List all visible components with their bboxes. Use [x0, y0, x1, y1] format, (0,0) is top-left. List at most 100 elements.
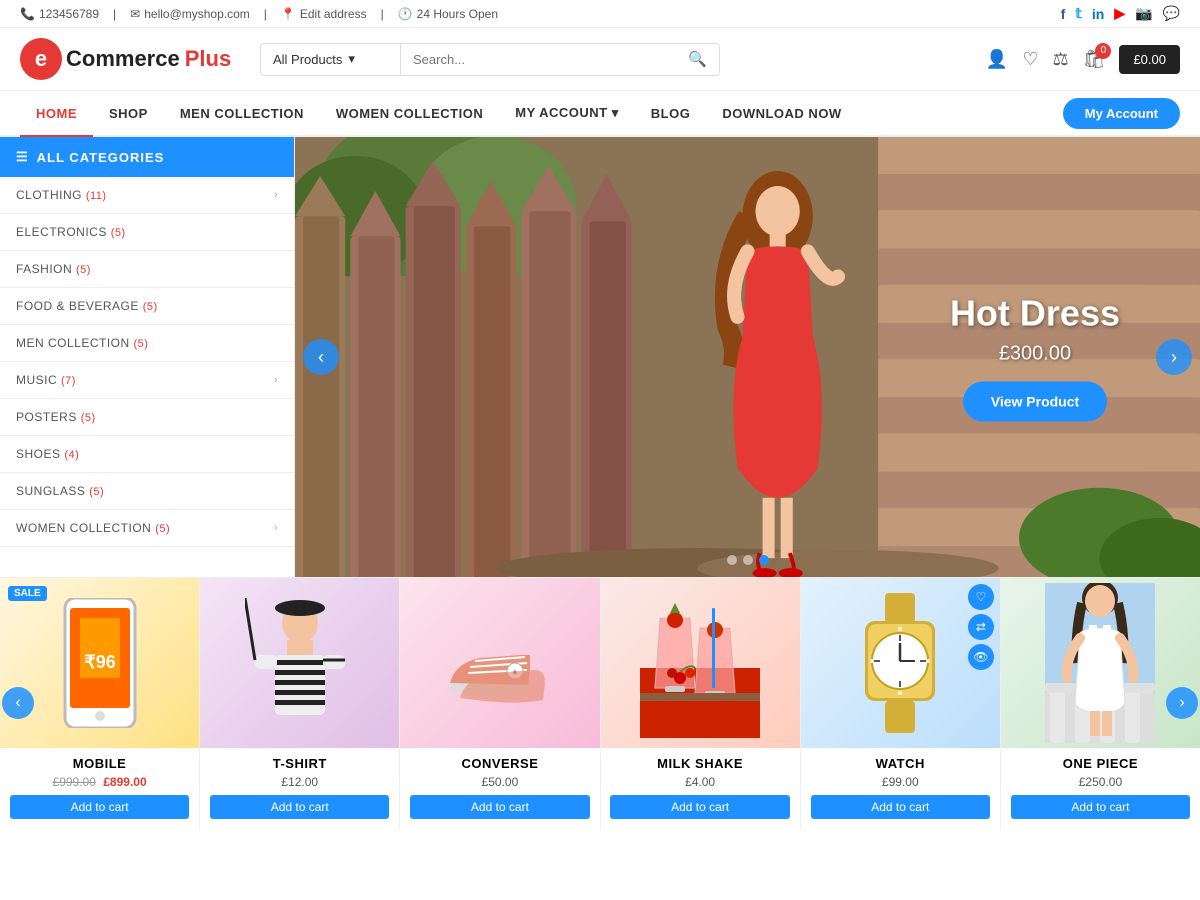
- sale-badge-mobile: SALE: [8, 586, 47, 601]
- products-section: ‹ SALE ₹96 MOBILE £999.00 £899.00 Add to…: [0, 577, 1200, 829]
- onepiece-add-to-cart-button[interactable]: Add to cart: [1011, 795, 1190, 819]
- compare-icon[interactable]: ⚖: [1052, 49, 1068, 70]
- svg-text:₹96: ₹96: [84, 652, 115, 672]
- hours-info: 🕐 24 Hours Open: [398, 7, 498, 21]
- slider-dot-1[interactable]: [727, 555, 737, 565]
- product-watch: ♡ ⇄ 👁: [801, 578, 1001, 829]
- phone-info: 📞 123456789: [20, 7, 99, 21]
- watch-action-icons: ♡ ⇄ 👁: [968, 584, 994, 670]
- chevron-down-icon: ▾: [348, 51, 355, 67]
- sidebar-item-electronics[interactable]: ELECTRONICS (5): [0, 214, 294, 251]
- slider-price: £300.00: [950, 343, 1120, 366]
- logo[interactable]: e Commerce Plus: [20, 38, 240, 80]
- product-watch-price: £99.00: [801, 775, 1000, 789]
- products-prev-button[interactable]: ‹: [2, 687, 34, 719]
- tshirt-add-to-cart-button[interactable]: Add to cart: [210, 795, 389, 819]
- sidebar-item-music[interactable]: MUSIC (7) ›: [0, 362, 294, 399]
- top-bar-contact: 📞 123456789 | ✉ hello@myshop.com | 📍 Edi…: [20, 7, 498, 21]
- nav-home[interactable]: HOME: [20, 92, 93, 137]
- mobile-add-to-cart-button[interactable]: Add to cart: [10, 795, 189, 819]
- sidebar-item-clothing[interactable]: CLOTHING (11) ›: [0, 177, 294, 214]
- product-tshirt: T-SHIRT £12.00 Add to cart: [200, 578, 400, 829]
- nav-my-account[interactable]: MY ACCOUNT ▾: [499, 91, 635, 135]
- drink-svg: [640, 588, 760, 738]
- product-milkshake-image: [601, 578, 800, 748]
- slider-next-button[interactable]: ›: [1156, 339, 1192, 375]
- main-nav: HOME SHOP MEN COLLECTION WOMEN COLLECTIO…: [0, 91, 1200, 137]
- cart-badge: 0: [1095, 43, 1111, 59]
- heart-icon: ♡: [1022, 49, 1038, 69]
- clock-icon: 🕐: [398, 7, 413, 21]
- product-tshirt-price: £12.00: [200, 775, 399, 789]
- facebook-link[interactable]: f: [1061, 6, 1066, 22]
- hero-slider: Hot Dress £300.00 View Product ‹ ›: [295, 137, 1200, 577]
- linkedin-link[interactable]: in: [1092, 6, 1104, 22]
- slider-dot-2[interactable]: [743, 555, 753, 565]
- shoes-svg: ★: [440, 613, 560, 713]
- email-info: ✉ hello@myshop.com: [130, 7, 250, 21]
- logo-circle: e: [20, 38, 62, 80]
- sidebar-item-fashion[interactable]: FASHION (5): [0, 251, 294, 288]
- watch-wishlist-icon[interactable]: ♡: [968, 584, 994, 610]
- nav-men-collection[interactable]: MEN COLLECTION: [164, 92, 320, 135]
- product-mobile-name: MOBILE: [0, 748, 199, 775]
- product-converse-name: CONVERSE: [400, 748, 599, 775]
- sidebar-item-shoes[interactable]: SHOES (4): [0, 436, 294, 473]
- twitter-link[interactable]: 𝕥: [1075, 5, 1082, 22]
- address-info: 📍 Edit address: [281, 7, 367, 21]
- nav-blog[interactable]: BLOG: [635, 92, 707, 135]
- menu-icon: ☰: [16, 149, 29, 165]
- cart-icon[interactable]: 🛍 0: [1083, 49, 1106, 70]
- header: e Commerce Plus All Products ▾ 🔍 👤 ♡ ⚖ 🛍…: [0, 28, 1200, 91]
- location-icon: 📍: [281, 7, 296, 21]
- nav-download-now[interactable]: DOWNLOAD NOW: [706, 92, 857, 135]
- slider-title: Hot Dress: [950, 293, 1120, 335]
- nav-shop[interactable]: SHOP: [93, 92, 164, 135]
- product-converse: ★ CONVERSE £50.00 Add to cart: [400, 578, 600, 829]
- slider-content: Hot Dress £300.00 View Product ‹ ›: [295, 137, 1200, 577]
- slider-prev-button[interactable]: ‹: [303, 339, 339, 375]
- wishlist-icon[interactable]: ♡: [1022, 49, 1038, 70]
- logo-plus: Plus: [185, 46, 231, 72]
- search-bar: All Products ▾ 🔍: [260, 43, 720, 76]
- sidebar-item-food-beverage[interactable]: FOOD & BEVERAGE (5): [0, 288, 294, 325]
- product-milkshake: MILK SHAKE £4.00 Add to cart: [601, 578, 801, 829]
- search-input[interactable]: [401, 44, 676, 75]
- search-button[interactable]: 🔍: [676, 44, 719, 75]
- nav-women-collection[interactable]: WOMEN COLLECTION: [320, 92, 499, 135]
- instagram-link[interactable]: 📷: [1135, 5, 1152, 22]
- product-converse-image: ★: [400, 578, 599, 748]
- whatsapp-link[interactable]: 💬: [1163, 5, 1180, 22]
- converse-add-to-cart-button[interactable]: Add to cart: [410, 795, 589, 819]
- products-row: SALE ₹96 MOBILE £999.00 £899.00 Add to c…: [0, 577, 1200, 829]
- cart-amount[interactable]: £0.00: [1119, 45, 1180, 74]
- mobile-svg: ₹96: [60, 598, 140, 728]
- sidebar: ☰ ALL CATEGORIES CLOTHING (11) › ELECTRO…: [0, 137, 295, 577]
- watch-quickview-icon[interactable]: 👁: [968, 644, 994, 670]
- watch-svg: [850, 593, 950, 733]
- product-converse-price: £50.00: [400, 775, 599, 789]
- top-bar: 📞 123456789 | ✉ hello@myshop.com | 📍 Edi…: [0, 0, 1200, 28]
- sidebar-item-women-collection[interactable]: WOMEN COLLECTION (5) ›: [0, 510, 294, 547]
- product-onepiece-image: [1001, 578, 1200, 748]
- watch-add-to-cart-button[interactable]: Add to cart: [811, 795, 990, 819]
- watch-compare-icon[interactable]: ⇄: [968, 614, 994, 640]
- slider-dot-3[interactable]: [759, 555, 769, 565]
- main-content: ☰ ALL CATEGORIES CLOTHING (11) › ELECTRO…: [0, 137, 1200, 577]
- products-next-button[interactable]: ›: [1166, 687, 1198, 719]
- product-milkshake-name: MILK SHAKE: [601, 748, 800, 775]
- view-product-button[interactable]: View Product: [963, 382, 1107, 422]
- sidebar-item-men-collection[interactable]: MEN COLLECTION (5): [0, 325, 294, 362]
- sidebar-item-sunglass[interactable]: SUNGLASS (5): [0, 473, 294, 510]
- product-onepiece-name: ONE PIECE: [1001, 748, 1200, 775]
- my-account-button[interactable]: My Account: [1063, 98, 1180, 129]
- phone-icon: 📞: [20, 7, 35, 21]
- logo-name: Commerce: [66, 46, 180, 72]
- category-dropdown[interactable]: All Products ▾: [261, 44, 401, 75]
- chevron-right-icon: ›: [274, 189, 278, 201]
- user-icon[interactable]: 👤: [986, 49, 1008, 70]
- youtube-link[interactable]: ▶: [1114, 5, 1125, 22]
- sidebar-item-posters[interactable]: POSTERS (5): [0, 399, 294, 436]
- milkshake-add-to-cart-button[interactable]: Add to cart: [610, 795, 789, 819]
- product-milkshake-price: £4.00: [601, 775, 800, 789]
